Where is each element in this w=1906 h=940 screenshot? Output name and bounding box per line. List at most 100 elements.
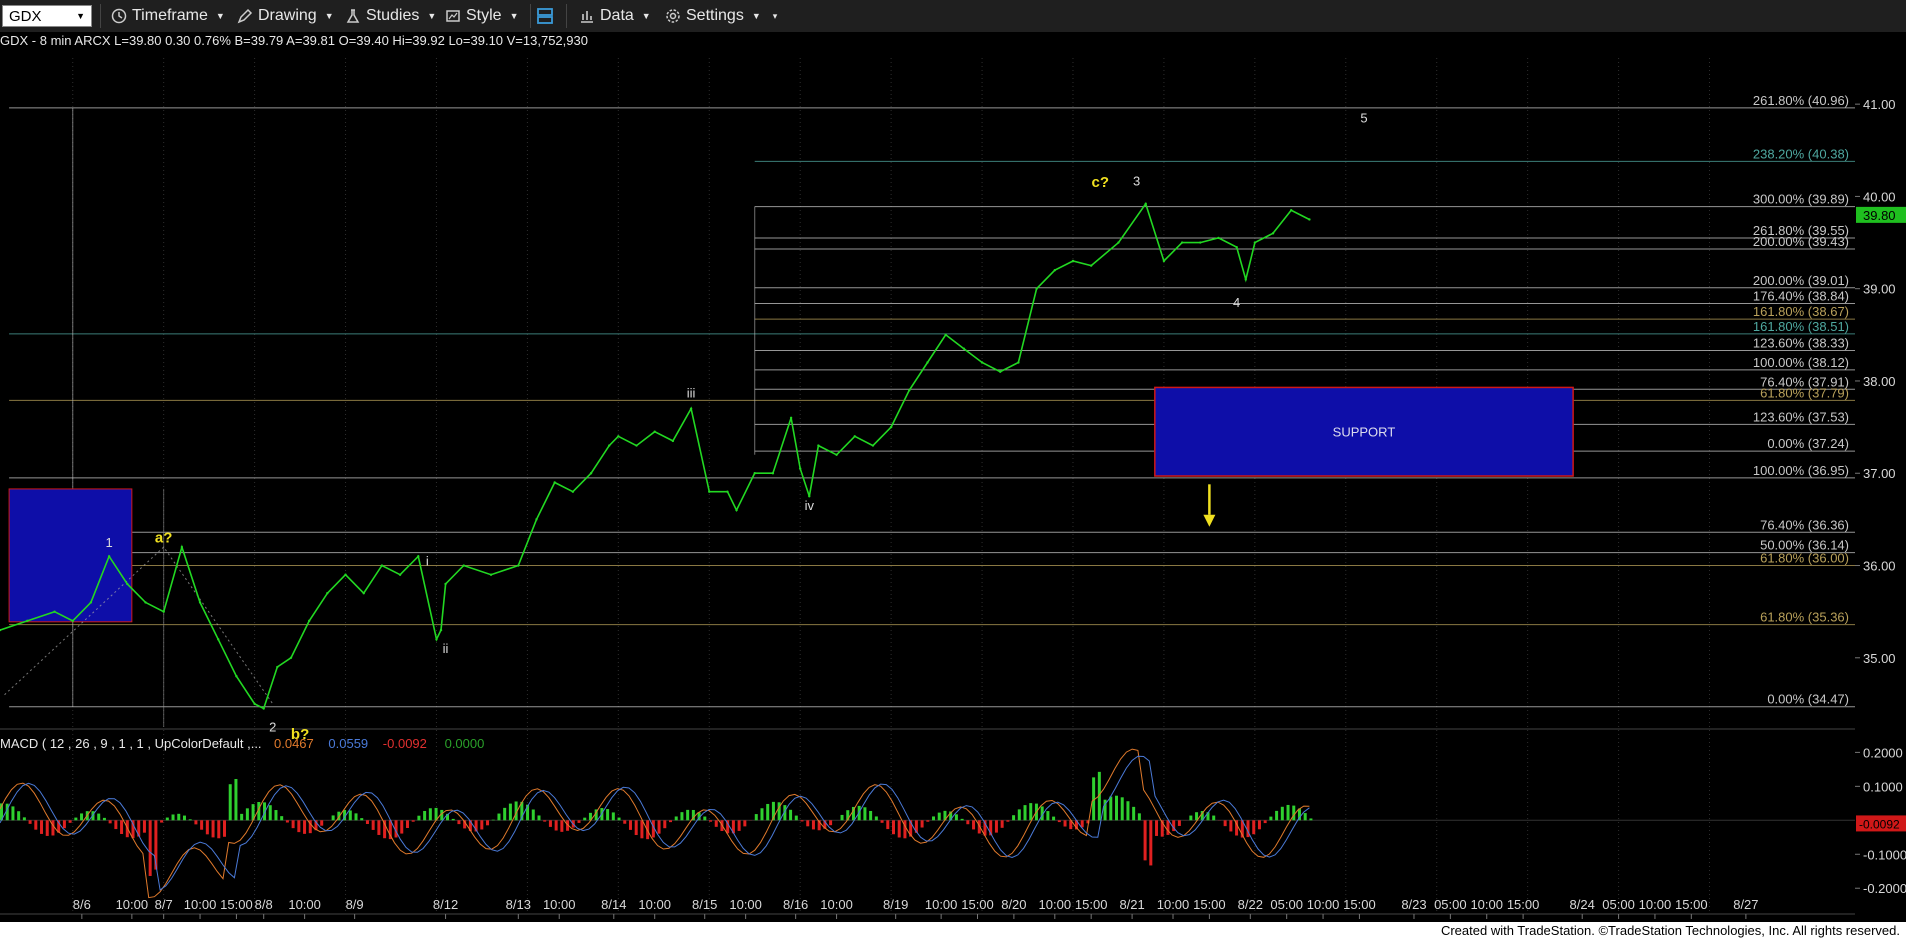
time-tick-label: 8/23 xyxy=(1401,897,1426,912)
drawing-menu[interactable]: Drawing ▼ xyxy=(236,5,334,27)
time-tick-label: 10:00 xyxy=(1039,897,1072,912)
style-menu[interactable]: Style ▼ xyxy=(444,5,519,27)
macd-hist-bar xyxy=(211,820,215,838)
price-point xyxy=(535,518,538,521)
drawing-label: Drawing xyxy=(258,7,317,24)
pencil-icon xyxy=(236,7,254,25)
macd-hist-bar xyxy=(217,820,221,839)
macd-hist-bar xyxy=(40,820,44,834)
macd-hist-bar xyxy=(1029,803,1033,821)
time-tick-label: 8/19 xyxy=(883,897,908,912)
macd-hist-bar xyxy=(709,820,713,822)
price-point xyxy=(107,555,111,558)
macd-hist-bar xyxy=(537,815,541,821)
fib-label: 100.00% (38.12) xyxy=(1753,355,1849,370)
wave-label: 1 xyxy=(106,535,113,550)
studies-menu[interactable]: Studies ▼ xyxy=(344,5,436,27)
time-tick-label: 10:00 xyxy=(820,897,853,912)
time-tick-label: 8/21 xyxy=(1119,897,1144,912)
price-point xyxy=(1308,218,1311,221)
macd-hist-bar xyxy=(148,820,152,876)
price-point xyxy=(1162,259,1166,263)
price-point xyxy=(89,601,93,604)
time-tick-label: 15:00 xyxy=(1507,897,1540,912)
macd-hist-bar xyxy=(45,820,49,836)
macd-hist-bar xyxy=(714,820,718,827)
price-point xyxy=(1117,241,1120,244)
macd-hist-bar xyxy=(583,817,587,821)
price-point xyxy=(398,573,402,576)
macd-hist-bar xyxy=(1126,801,1130,821)
chevron-down-icon: ▼ xyxy=(427,11,437,21)
macd-hist-bar xyxy=(760,808,764,821)
macd-hist-bar xyxy=(657,820,661,834)
macd-hist-bar xyxy=(1292,805,1296,821)
macd-hist-bar xyxy=(1303,813,1307,821)
wave-label: 5 xyxy=(1360,111,1367,126)
price-point xyxy=(307,619,311,623)
macd-hist-bar xyxy=(886,820,890,830)
left-zone-box xyxy=(8,488,133,623)
macd-hist-bar xyxy=(274,810,278,821)
price-point xyxy=(653,430,656,433)
price-point xyxy=(1235,245,1238,249)
timeframe-menu[interactable]: Timeframe ▼ xyxy=(110,5,225,27)
macd-hist-bar xyxy=(451,818,455,821)
macd-hist-bar xyxy=(863,807,867,821)
price-point xyxy=(999,370,1002,373)
macd-hist-bar xyxy=(405,820,409,829)
price-point xyxy=(817,444,820,447)
layout-button[interactable] xyxy=(536,5,558,27)
price-tick-label: 36.00 xyxy=(1863,559,1896,574)
symbol-selector[interactable]: GDX ▼ xyxy=(2,5,92,27)
chart-area[interactable]: GDX - 8 min ARCX L=39.80 0.30 0.76% B=39… xyxy=(0,32,1906,920)
data-menu[interactable]: Data ▼ xyxy=(578,5,651,27)
price-point xyxy=(671,439,675,443)
macd-hist-bar xyxy=(640,820,644,839)
macd-hist-bar xyxy=(920,820,924,828)
macd-hist-bar xyxy=(623,820,627,824)
macd-hist-bar xyxy=(51,820,55,836)
price-point xyxy=(635,444,638,447)
style-icon xyxy=(444,7,462,25)
price-point xyxy=(1089,264,1093,267)
time-tick-label: 10:00 xyxy=(925,897,958,912)
macd-hist-bar xyxy=(806,820,810,827)
macd-hist-bar xyxy=(177,813,181,821)
price-point xyxy=(417,555,420,558)
toolbar-divider xyxy=(100,4,101,28)
chevron-down-icon: ▼ xyxy=(324,11,334,21)
price-point xyxy=(144,601,147,604)
time-tick-label: 10:00 xyxy=(116,897,149,912)
wave-label: ii xyxy=(443,641,449,656)
price-point xyxy=(489,573,493,576)
macd-hist-bar xyxy=(160,820,164,823)
macd-hist-bar xyxy=(1269,816,1273,821)
wave-label: iii xyxy=(687,386,696,401)
price-point xyxy=(180,545,184,549)
macd-hist-bar xyxy=(869,810,873,821)
time-tick-label: 10:00 xyxy=(638,897,671,912)
macd-hist-bar xyxy=(703,816,707,821)
macd-hist-bar xyxy=(1023,805,1027,821)
macd-hist-bar xyxy=(171,814,175,821)
macd-hist-bar xyxy=(34,820,38,830)
settings-menu[interactable]: Settings ▼ ▾ xyxy=(664,5,777,27)
price-point xyxy=(344,573,347,576)
wave-label: 4 xyxy=(1233,295,1240,310)
macd-value: -0.0092 xyxy=(383,736,427,751)
fib-label: 200.00% (39.01) xyxy=(1753,273,1849,288)
macd-hist-bar xyxy=(165,817,169,821)
time-tick-label: 10:00 xyxy=(184,897,217,912)
time-tick-label: 8/22 xyxy=(1238,897,1263,912)
chart-background xyxy=(0,32,1906,920)
macd-hist-bar xyxy=(606,809,610,821)
price-point xyxy=(553,481,556,484)
clock-icon xyxy=(110,7,128,25)
fib-label: 176.40% (38.84) xyxy=(1753,288,1849,303)
price-tick-label: 38.00 xyxy=(1863,374,1896,389)
macd-hist-bar xyxy=(108,820,112,824)
support-label: SUPPORT xyxy=(1333,425,1396,440)
macd-hist-bar xyxy=(223,820,227,837)
macd-hist-bar xyxy=(114,820,118,830)
